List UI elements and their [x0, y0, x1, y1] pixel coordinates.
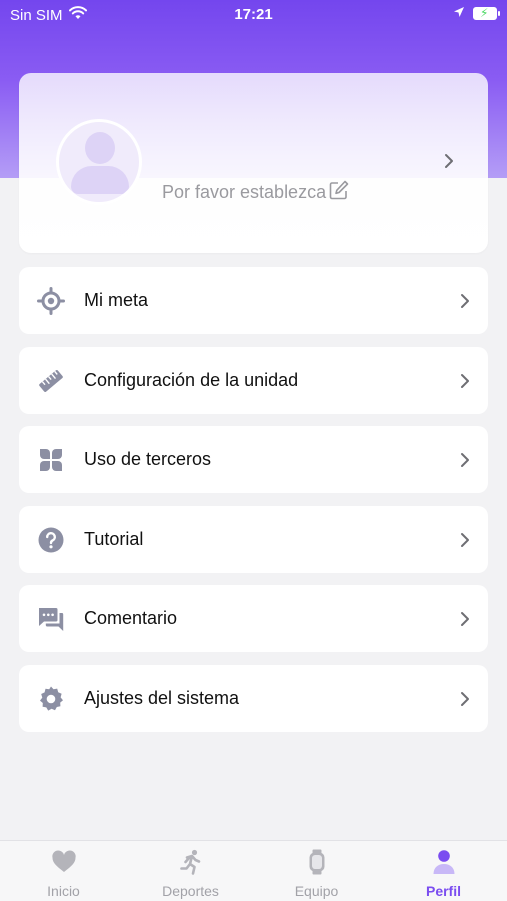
menu-item-uso-terceros[interactable]: Uso de terceros: [19, 426, 488, 493]
tab-deportes[interactable]: Deportes: [127, 841, 254, 901]
chevron-right-icon: [460, 611, 470, 627]
tab-bar: Inicio Deportes Equipo Perfil: [0, 840, 507, 901]
menu-item-label: Uso de terceros: [84, 449, 212, 469]
tab-label: Perfil: [425, 883, 461, 899]
chevron-right-icon: [444, 153, 454, 169]
profile-card[interactable]: Por favor establezca: [19, 73, 488, 253]
status-bar: Sin SIM 17:21 ⚡: [0, 0, 507, 30]
menu-item-label: Mi meta: [84, 290, 149, 310]
location-icon: [453, 5, 465, 22]
help-icon: [37, 526, 65, 554]
watch-icon: [304, 849, 330, 875]
ruler-icon: [37, 367, 65, 395]
menu-item-tutorial[interactable]: Tutorial: [19, 506, 488, 573]
person-icon: [431, 849, 457, 875]
edit-icon[interactable]: [328, 179, 350, 206]
clock: 17:21: [234, 6, 273, 23]
gear-icon: [37, 685, 65, 713]
menu-item-label: Comentario: [84, 608, 178, 628]
menu-item-ajustes-sistema[interactable]: Ajustes del sistema: [19, 665, 488, 732]
menu-item-label: Configuración de la unidad: [84, 370, 299, 390]
chat-icon: [37, 605, 65, 633]
tab-equipo[interactable]: Equipo: [253, 841, 380, 901]
chevron-right-icon: [460, 691, 470, 707]
profile-name-row[interactable]: Por favor establezca: [162, 179, 350, 206]
profile-name-placeholder: Por favor establezca: [162, 182, 327, 202]
chevron-right-icon: [460, 373, 470, 389]
tab-perfil[interactable]: Perfil: [380, 841, 507, 901]
chevron-right-icon: [460, 452, 470, 468]
target-icon: [37, 287, 65, 315]
tab-label: Equipo: [294, 883, 339, 899]
chevron-right-icon: [460, 293, 470, 309]
menu-item-comentario[interactable]: Comentario: [19, 585, 488, 652]
tab-label: Deportes: [162, 883, 219, 899]
status-icons: ⚡: [453, 5, 500, 22]
avatar[interactable]: [56, 119, 142, 205]
apps-grid-icon: [37, 446, 65, 474]
tab-inicio[interactable]: Inicio: [0, 841, 127, 901]
menu-item-configuracion-unidad[interactable]: Configuración de la unidad: [19, 347, 488, 414]
running-icon: [178, 849, 204, 875]
menu-item-mi-meta[interactable]: Mi meta: [19, 267, 488, 334]
chevron-right-icon: [460, 532, 470, 548]
menu-item-label: Ajustes del sistema: [84, 688, 240, 708]
battery-icon: ⚡: [473, 6, 500, 20]
menu-item-label: Tutorial: [84, 529, 144, 549]
tab-label: Inicio: [47, 883, 80, 899]
heart-icon: [51, 849, 77, 875]
